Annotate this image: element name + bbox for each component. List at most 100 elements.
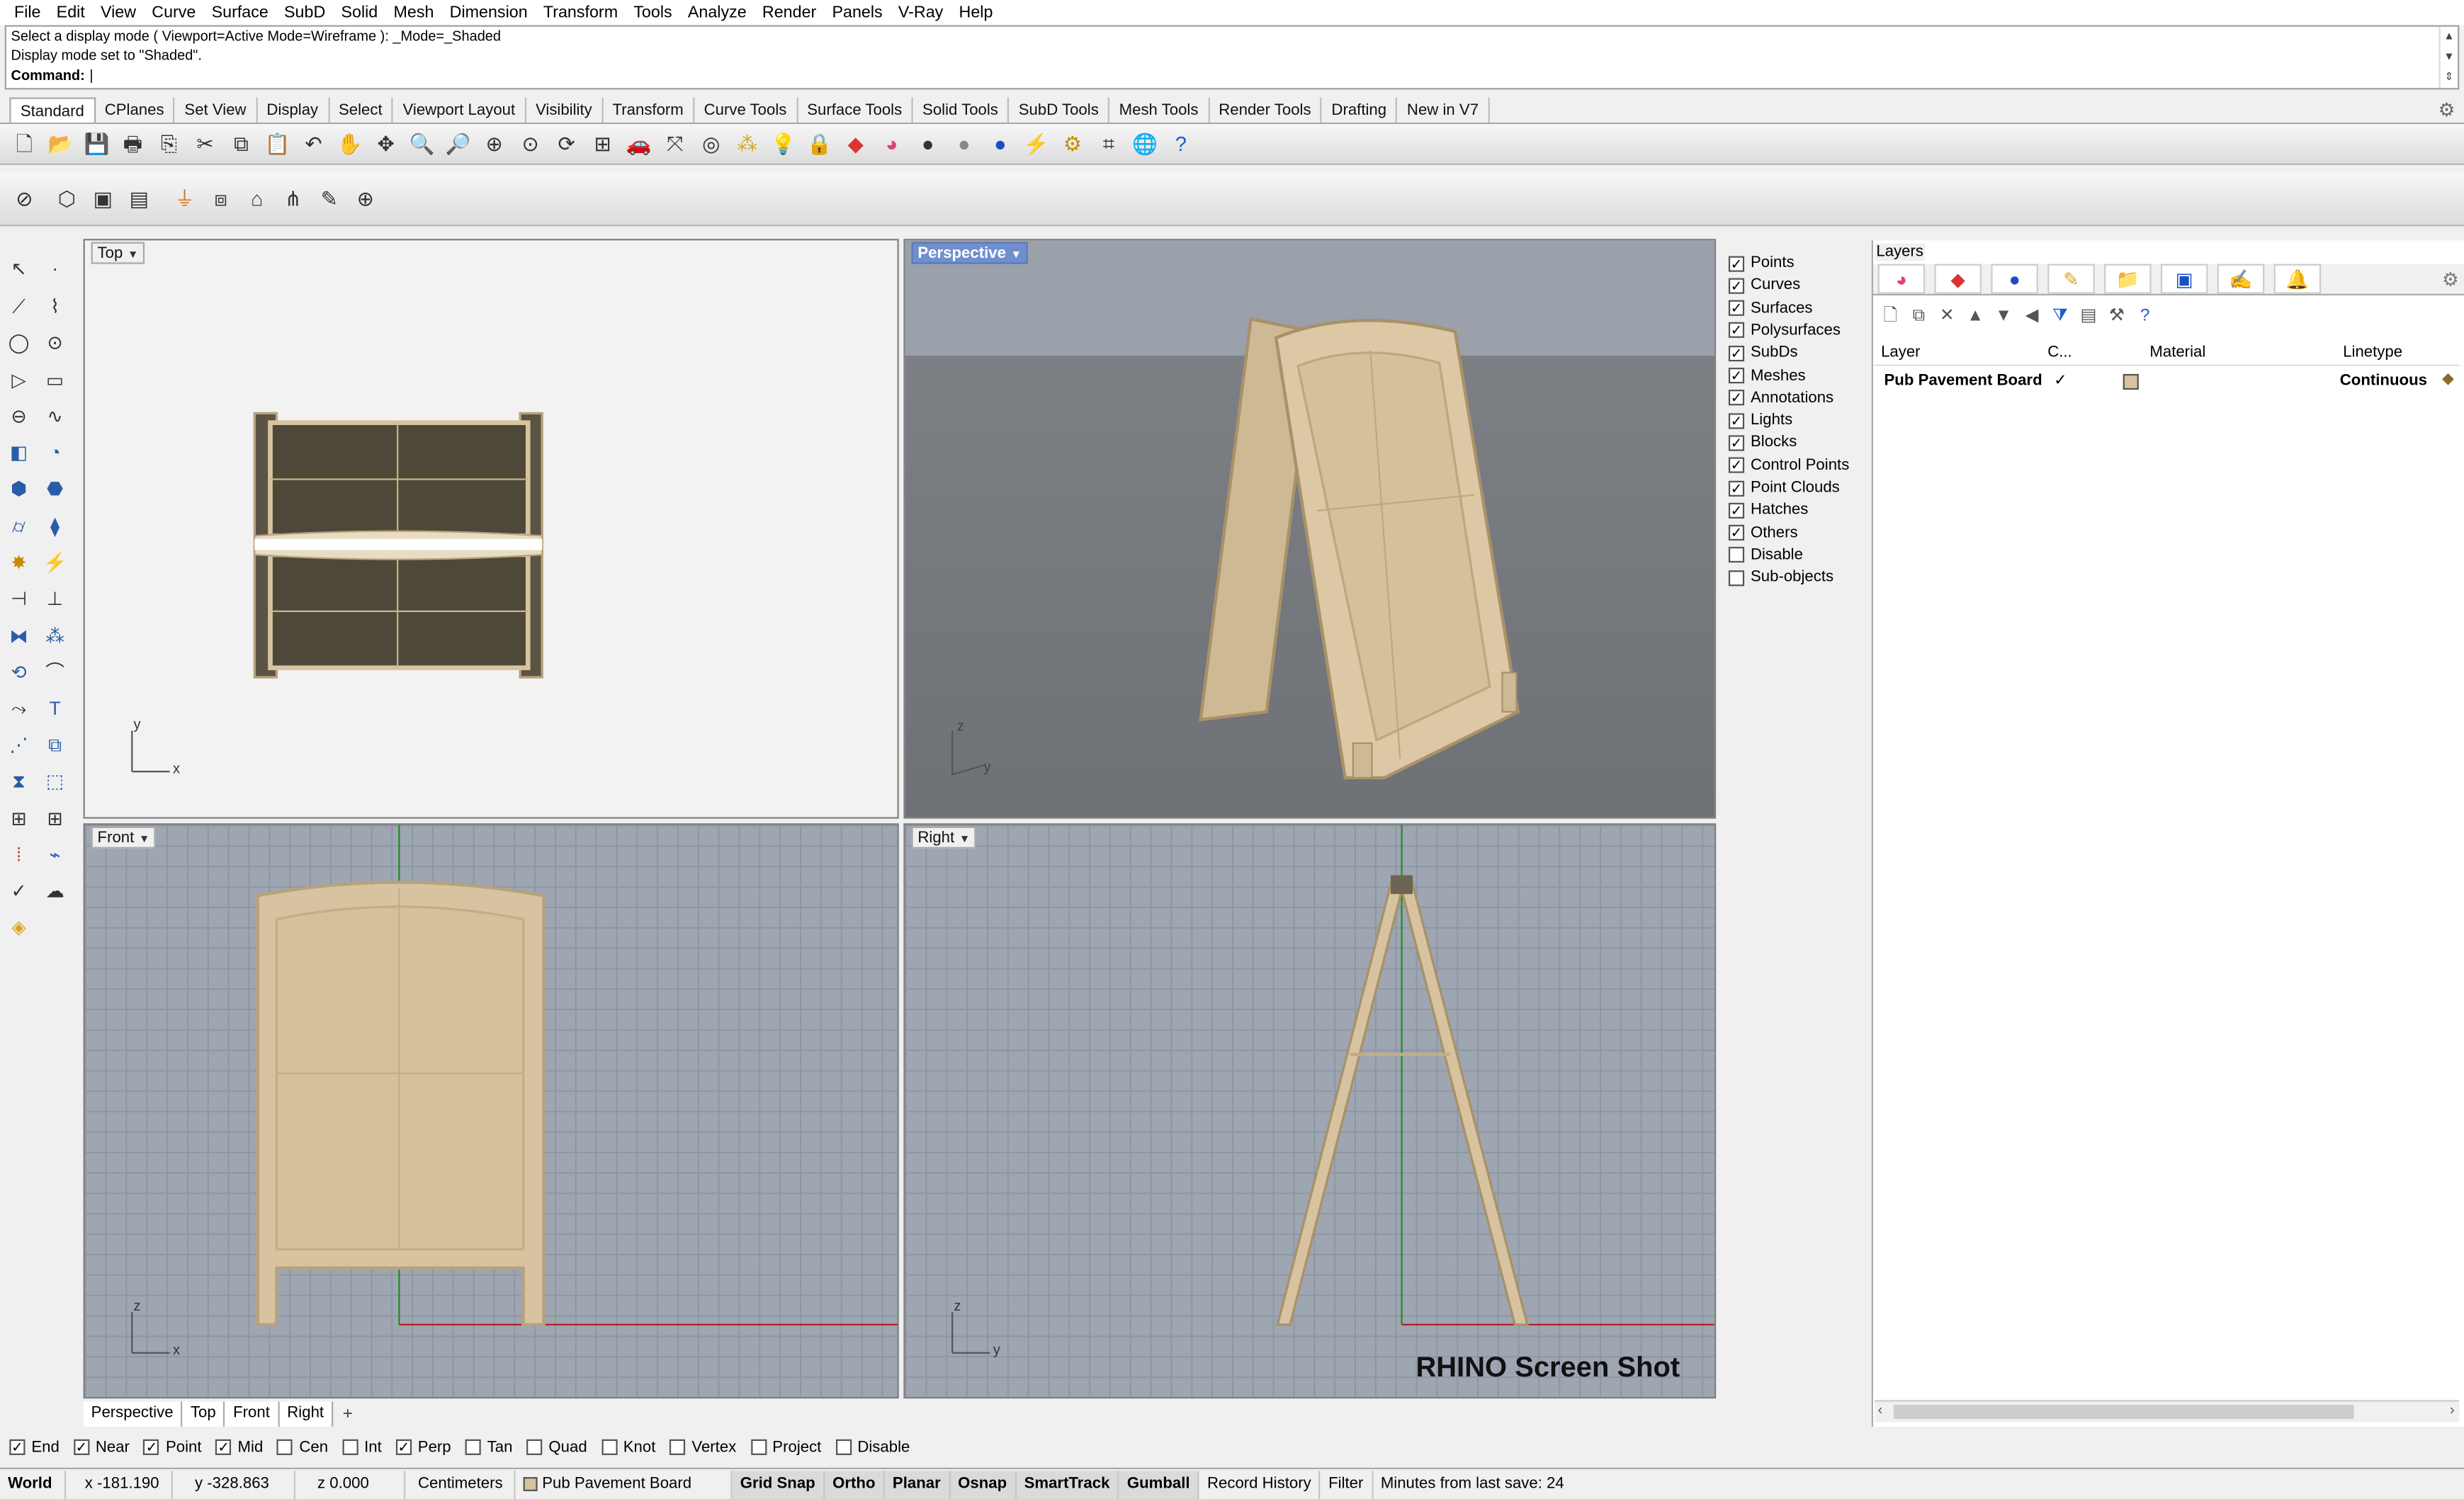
display-filter-item[interactable]: ✓ Others	[1728, 523, 1798, 543]
toolbar-tab[interactable]: New in V7	[1398, 97, 1490, 123]
osnap-toggle[interactable]: Osnap	[950, 1470, 1017, 1498]
checkbox[interactable]	[1728, 570, 1745, 586]
notes-icon[interactable]: ✍	[2217, 264, 2265, 294]
osnap-option[interactable]: ✓ Mid	[215, 1439, 263, 1456]
polygon-icon[interactable]: ▷	[5, 366, 33, 395]
menu-item[interactable]: Analyze	[680, 0, 755, 25]
join-icon[interactable]: ⧓	[5, 622, 33, 650]
checkbox[interactable]: ✓	[395, 1439, 412, 1455]
cube-icon[interactable]: ⧈	[206, 184, 236, 214]
ellipse-icon[interactable]: ⊖	[5, 402, 33, 431]
viewport-right[interactable]: z y RHINO Screen Shot Right ▼	[903, 823, 1717, 1399]
viewport-title-perspective[interactable]: Perspective ▼	[911, 242, 1028, 264]
checkbox[interactable]: ✓	[1728, 345, 1745, 361]
viewport-title-front[interactable]: Front ▼	[91, 826, 157, 849]
print-icon[interactable]: 🖶	[118, 129, 147, 159]
menu-item[interactable]: Panels	[824, 0, 890, 25]
viewport-tab[interactable]: Perspective	[83, 1401, 183, 1427]
surface-tool-icon[interactable]: ◧	[5, 439, 33, 467]
checkbox[interactable]	[1728, 547, 1745, 563]
pencil-icon[interactable]: ✎	[315, 184, 344, 214]
copy-icon[interactable]: ⧉	[226, 129, 256, 159]
toolbar-tab[interactable]: Mesh Tools	[1109, 97, 1209, 123]
solid-sphere-icon[interactable]: ⬣	[41, 475, 69, 503]
cut-icon[interactable]: ✂	[190, 129, 220, 159]
checkbox[interactable]: ✓	[1728, 435, 1745, 451]
display-filter-item[interactable]: Disable	[1728, 545, 1803, 565]
menu-item[interactable]: Mesh	[385, 0, 441, 25]
display-filter-item[interactable]: ✓ Point Clouds	[1728, 477, 1840, 498]
fillet-icon[interactable]: ⌒	[41, 658, 69, 686]
viewport-front[interactable]: z x Front ▼	[83, 823, 899, 1399]
menu-item[interactable]: View	[93, 0, 144, 25]
column-header-layer[interactable]: Layer	[1881, 344, 1920, 361]
boolean-icon[interactable]: ⚡	[41, 548, 69, 577]
menu-item[interactable]: Edit	[49, 0, 93, 25]
planar-toggle[interactable]: Planar	[884, 1470, 951, 1498]
checkbox[interactable]: ✓	[1728, 412, 1745, 429]
layer-row[interactable]: Pub Pavement Board ✓ Continuous ◆	[1875, 369, 2459, 394]
menu-item[interactable]: Curve	[144, 0, 203, 25]
menu-item[interactable]: Surface	[203, 0, 276, 25]
new-sublayer-icon[interactable]: ⧉	[1908, 305, 1930, 327]
group-icon[interactable]: ⁂	[41, 622, 69, 650]
snap-target-icon[interactable]: ⊕	[351, 184, 380, 214]
layer-icon[interactable]: ◆	[1934, 264, 1982, 294]
toolbar-tab[interactable]: Solid Tools	[913, 97, 1010, 123]
display-filter-item[interactable]: ✓ Curves	[1728, 276, 1800, 296]
move-down-icon[interactable]: ▼	[1993, 305, 2015, 327]
menu-item[interactable]: Tools	[626, 0, 680, 25]
layer-color-swatch[interactable]	[2123, 373, 2139, 390]
column-header-current[interactable]: C...	[2047, 344, 2072, 361]
layer-state-icon[interactable]: ▤	[2077, 305, 2099, 327]
color-wheel-icon[interactable]: ◕	[1877, 264, 1926, 294]
sphere-shaded-icon[interactable]: ●	[913, 129, 943, 159]
array-icon[interactable]: ⋰	[5, 730, 33, 759]
toolbar-tab[interactable]: Curve Tools	[694, 97, 798, 123]
gumball-toggle[interactable]: Gumball	[1119, 1470, 1199, 1498]
menu-item[interactable]: Dimension	[442, 0, 536, 25]
toolbar-tab[interactable]: SubD Tools	[1009, 97, 1110, 123]
checkbox[interactable]: ✓	[215, 1439, 232, 1455]
osnap-option[interactable]: ✓ End	[9, 1439, 60, 1456]
scale-icon[interactable]: ⧉	[41, 730, 69, 759]
checkbox[interactable]	[835, 1439, 852, 1455]
layer-linetype[interactable]: Continuous	[2340, 373, 2427, 390]
viewport-tab[interactable]: Top	[182, 1401, 226, 1427]
display-filter-item[interactable]: Sub-objects	[1728, 567, 1833, 588]
toolbar-tab[interactable]: Visibility	[526, 97, 604, 123]
menu-item[interactable]: Render	[755, 0, 825, 25]
toolbar-tab[interactable]: Drafting	[1322, 97, 1398, 123]
bend-icon[interactable]: ⌁	[41, 841, 69, 869]
scrollbar-thumb[interactable]	[1893, 1404, 2354, 1419]
filter-icon[interactable]: ⧩	[2049, 305, 2071, 327]
checkbox[interactable]	[601, 1439, 617, 1455]
checkbox[interactable]	[465, 1439, 481, 1455]
checkbox[interactable]: ✓	[1728, 255, 1745, 271]
folder-icon[interactable]: 📁	[2104, 264, 2152, 294]
delete-icon[interactable]: ✕	[1936, 305, 1958, 327]
osnap-option[interactable]: Knot	[601, 1439, 655, 1456]
freeform-icon[interactable]: ∿	[41, 402, 69, 431]
display-filter-item[interactable]: ✓ Control Points	[1728, 456, 1849, 476]
osnap-option[interactable]: ✓ Near	[73, 1439, 130, 1456]
checkbox[interactable]: ✓	[1728, 278, 1745, 294]
status-units[interactable]: Centimeters	[405, 1470, 516, 1498]
pan-hand-icon[interactable]: ✋	[334, 129, 364, 159]
display-filter-item[interactable]: ✓ Hatches	[1728, 500, 1808, 521]
chevron-down-icon[interactable]: ▼	[1011, 250, 1022, 261]
gear-icon[interactable]: ⚙	[2436, 99, 2458, 121]
grid-snap-toggle[interactable]: Grid Snap	[732, 1470, 825, 1498]
zoom-window-icon[interactable]: 🔎	[443, 129, 473, 159]
status-cplane[interactable]: World	[0, 1470, 67, 1498]
tools-icon[interactable]: ⚒	[2106, 305, 2127, 327]
checkbox[interactable]: ✓	[1728, 368, 1745, 384]
points-icon[interactable]: ⁂	[733, 129, 762, 159]
sphere-rendered-icon[interactable]: ●	[949, 129, 979, 159]
menu-item[interactable]: SubD	[276, 0, 333, 25]
mesh-icon[interactable]: ⧫	[41, 512, 69, 541]
analyze-icon[interactable]: ⁞	[5, 841, 33, 869]
render-sphere-icon[interactable]: ●	[985, 129, 1015, 159]
save-icon[interactable]: 💾	[81, 129, 111, 159]
four-viewports-icon[interactable]: ⊞	[588, 129, 618, 159]
